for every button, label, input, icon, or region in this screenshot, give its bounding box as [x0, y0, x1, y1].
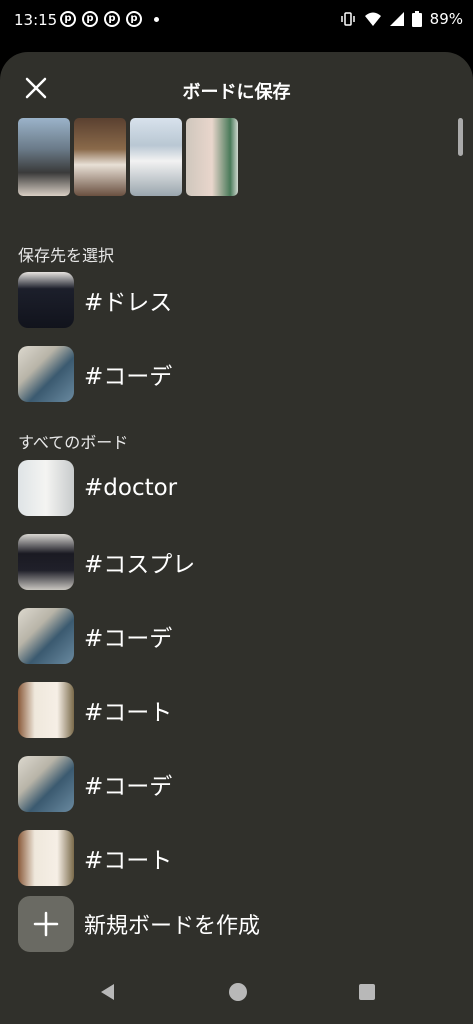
board-thumbnail: [18, 460, 74, 516]
board-row-coord[interactable]: #コーデ: [18, 346, 172, 402]
board-name: #doctor: [84, 475, 178, 501]
pinterest-icon: p: [104, 11, 120, 27]
sheet-title: ボードに保存: [182, 82, 291, 103]
board-row-coord-3[interactable]: #コーデ: [18, 756, 172, 812]
board-row-cosplay[interactable]: #コスプレ: [18, 534, 195, 590]
notification-icons: p p p p: [60, 11, 159, 27]
selected-pins-preview: [18, 118, 238, 196]
pin-thumbnail: [18, 118, 70, 196]
home-icon[interactable]: [228, 982, 248, 1002]
battery-percent: 89%: [429, 10, 463, 28]
pin-thumbnail: [74, 118, 126, 196]
board-name: #コート: [84, 700, 173, 726]
board-name: #コーデ: [84, 626, 173, 652]
board-thumbnail: [18, 682, 74, 738]
plus-icon: [33, 911, 59, 937]
pin-thumbnail: [186, 118, 238, 196]
board-name: #コーデ: [84, 774, 173, 800]
board-thumbnail: [18, 346, 74, 402]
status-time: 13:15: [14, 11, 58, 29]
pinterest-icon: p: [126, 11, 142, 27]
suggested-section-label: 保存先を選択: [18, 246, 115, 265]
board-name: #ドレス: [84, 290, 173, 316]
pinterest-icon: p: [82, 11, 98, 27]
board-thumbnail: [18, 756, 74, 812]
all-boards-section-label: すべてのボード: [18, 433, 129, 452]
create-board-row[interactable]: 新規ボードを作成: [18, 896, 260, 952]
board-thumbnail: [18, 534, 74, 590]
wifi-icon: [364, 12, 381, 26]
create-board-button[interactable]: [18, 896, 74, 952]
recents-icon[interactable]: [358, 983, 376, 1001]
back-icon[interactable]: [98, 982, 118, 1002]
status-bar: 13:15 p p p p 89%: [0, 0, 473, 44]
create-board-label: 新規ボードを作成: [84, 914, 261, 939]
dot-icon: [154, 16, 159, 22]
pinterest-icon: p: [60, 11, 76, 27]
board-name: #コート: [84, 848, 173, 874]
system-icons: 89%: [340, 10, 463, 28]
pin-thumbnail: [130, 118, 182, 196]
scrollbar[interactable]: [458, 118, 463, 156]
board-thumbnail: [18, 830, 74, 886]
board-row-coord-2[interactable]: #コーデ: [18, 608, 172, 664]
board-row-dress[interactable]: #ドレス: [18, 272, 172, 328]
vibrate-icon: [340, 12, 355, 26]
board-row-coat[interactable]: #コート: [18, 682, 172, 738]
board-thumbnail: [18, 608, 74, 664]
board-name: #コスプレ: [84, 552, 196, 578]
signal-icon: [389, 12, 404, 26]
board-row-coat-2[interactable]: #コート: [18, 830, 172, 886]
board-thumbnail: [18, 272, 74, 328]
battery-icon: [411, 11, 422, 27]
save-to-board-sheet: ボードに保存 保存先を選択 #ドレス #コーデ すべてのボード #doctor …: [0, 52, 473, 1024]
system-nav-bar: [0, 960, 473, 1024]
board-row-doctor[interactable]: #doctor: [18, 460, 177, 516]
board-name: #コーデ: [84, 364, 173, 390]
